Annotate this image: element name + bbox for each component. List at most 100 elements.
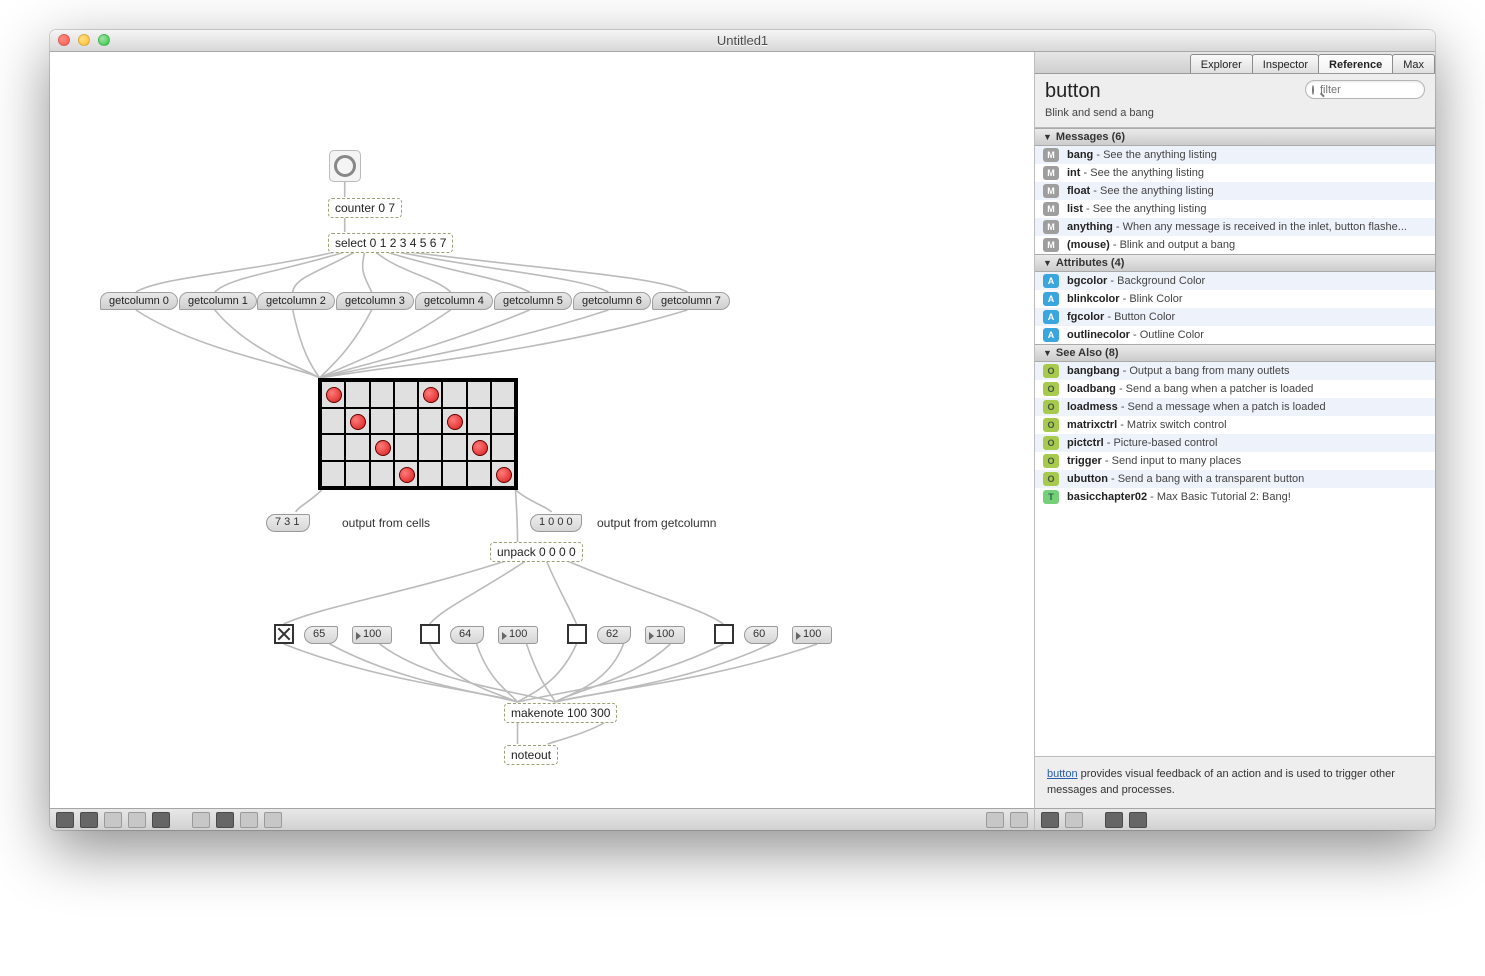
toggle-1[interactable] — [420, 624, 440, 644]
matrix-cell[interactable] — [370, 381, 394, 408]
select-object[interactable]: select 0 1 2 3 4 5 6 7 — [328, 233, 453, 253]
ref-item[interactable]: Mint - See the anything listing — [1035, 164, 1435, 182]
matrix-cell[interactable] — [394, 381, 418, 408]
description-link[interactable]: button — [1047, 768, 1078, 780]
ref-item[interactable]: Oloadbang - Send a bang when a patcher i… — [1035, 380, 1435, 398]
section-header-seealso[interactable]: ▼ See Also (8) — [1035, 344, 1435, 362]
matrix-cell[interactable] — [418, 461, 442, 488]
back-icon[interactable] — [1041, 812, 1059, 828]
msg-getcolumn-4[interactable]: getcolumn 4 — [415, 292, 493, 310]
zoom-icon[interactable] — [98, 34, 110, 46]
page-icon[interactable] — [1129, 812, 1147, 828]
matrix-cell[interactable] — [442, 408, 466, 435]
matrix-cell[interactable] — [345, 408, 369, 435]
matrix-cell[interactable] — [418, 408, 442, 435]
matrix-cell[interactable] — [418, 381, 442, 408]
section-header-messages[interactable]: ▼ Messages (6) — [1035, 128, 1435, 146]
grid-icon[interactable] — [128, 812, 146, 828]
forward-icon[interactable] — [1065, 812, 1083, 828]
bang-button[interactable] — [329, 150, 361, 182]
msg-getcolumn-0[interactable]: getcolumn 0 — [100, 292, 178, 310]
tab-explorer[interactable]: Explorer — [1190, 54, 1253, 73]
matrixctrl[interactable] — [318, 378, 518, 490]
ref-item[interactable]: Mbang - See the anything listing — [1035, 146, 1435, 164]
makenote-object[interactable]: makenote 100 300 — [504, 703, 617, 723]
matrix-cell[interactable] — [345, 461, 369, 488]
titlebar[interactable]: Untitled1 — [50, 30, 1435, 52]
matrix-cell[interactable] — [442, 461, 466, 488]
ref-item[interactable]: Abgcolor - Background Color — [1035, 272, 1435, 290]
cells-output-display[interactable]: 7 3 1 — [266, 514, 310, 532]
matrix-cell[interactable] — [394, 434, 418, 461]
vel-3[interactable]: 100 — [792, 626, 832, 644]
msg-getcolumn-7[interactable]: getcolumn 7 — [652, 292, 730, 310]
ref-item[interactable]: Oloadmess - Send a message when a patch … — [1035, 398, 1435, 416]
calendar-icon[interactable] — [240, 812, 258, 828]
matrix-cell[interactable] — [467, 434, 491, 461]
patcher-canvas[interactable]: counter 0 7 select 0 1 2 3 4 5 6 7 getco… — [50, 52, 1034, 808]
matrix-cell[interactable] — [321, 461, 345, 488]
matrix-cell[interactable] — [370, 408, 394, 435]
matrix-cell[interactable] — [491, 434, 515, 461]
matrix-cell[interactable] — [442, 434, 466, 461]
ref-item[interactable]: Omatrixctrl - Matrix switch control — [1035, 416, 1435, 434]
ref-item[interactable]: Tbasicchapter02 - Max Basic Tutorial 2: … — [1035, 488, 1435, 506]
matrix-cell[interactable] — [394, 408, 418, 435]
vel-1[interactable]: 100 — [498, 626, 538, 644]
tab-reference[interactable]: Reference — [1318, 54, 1393, 73]
matrix-cell[interactable] — [491, 408, 515, 435]
filter-input[interactable] — [1318, 83, 1435, 97]
ref-item[interactable]: Oubutton - Send a bang with a transparen… — [1035, 470, 1435, 488]
presentation-icon[interactable] — [152, 812, 170, 828]
matrix-cell[interactable] — [442, 381, 466, 408]
matrix-cell[interactable] — [491, 381, 515, 408]
lock-icon[interactable] — [56, 812, 74, 828]
ref-item[interactable]: Afgcolor - Button Color — [1035, 308, 1435, 326]
note-2[interactable]: 62 — [597, 626, 631, 644]
scheduler-icon[interactable] — [264, 812, 282, 828]
ref-item[interactable]: Ablinkcolor - Blink Color — [1035, 290, 1435, 308]
new-object-icon[interactable] — [80, 812, 98, 828]
note-3[interactable]: 60 — [744, 626, 778, 644]
minimize-icon[interactable] — [78, 34, 90, 46]
matrix-cell[interactable] — [467, 381, 491, 408]
close-icon[interactable] — [58, 34, 70, 46]
ref-item[interactable]: Mlist - See the anything listing — [1035, 200, 1435, 218]
matrix-cell[interactable] — [321, 434, 345, 461]
vel-0[interactable]: 100 — [352, 626, 392, 644]
matrix-cell[interactable] — [394, 461, 418, 488]
toggle-3[interactable] — [714, 624, 734, 644]
matrix-cell[interactable] — [321, 381, 345, 408]
split-view-icon[interactable] — [1010, 812, 1028, 828]
zoom-icon[interactable] — [104, 812, 122, 828]
matrix-cell[interactable] — [418, 434, 442, 461]
toggle-2[interactable] — [567, 624, 587, 644]
note-1[interactable]: 64 — [450, 626, 484, 644]
matrix-cell[interactable] — [467, 461, 491, 488]
matrix-cell[interactable] — [467, 408, 491, 435]
tab-inspector[interactable]: Inspector — [1252, 54, 1319, 73]
matrix-cell[interactable] — [370, 434, 394, 461]
msg-getcolumn-2[interactable]: getcolumn 2 — [257, 292, 335, 310]
matrix-cell[interactable] — [345, 434, 369, 461]
matrix-cell[interactable] — [321, 408, 345, 435]
ref-item[interactable]: M(mouse) - Blink and output a bang — [1035, 236, 1435, 254]
tab-max[interactable]: Max — [1392, 54, 1435, 73]
toggle-0[interactable] — [274, 624, 294, 644]
matrix-cell[interactable] — [370, 461, 394, 488]
msg-getcolumn-1[interactable]: getcolumn 1 — [179, 292, 257, 310]
ref-item[interactable]: Mfloat - See the anything listing — [1035, 182, 1435, 200]
info-icon[interactable] — [192, 812, 210, 828]
list-icon[interactable] — [1105, 812, 1123, 828]
filter-search[interactable] — [1305, 80, 1425, 99]
single-view-icon[interactable] — [986, 812, 1004, 828]
msg-getcolumn-6[interactable]: getcolumn 6 — [573, 292, 651, 310]
unpack-object[interactable]: unpack 0 0 0 0 — [490, 542, 583, 562]
ref-item[interactable]: Obangbang - Output a bang from many outl… — [1035, 362, 1435, 380]
reference-list[interactable]: ▼ Messages (6)Mbang - See the anything l… — [1035, 128, 1435, 756]
column-output-display[interactable]: 1 0 0 0 — [530, 514, 582, 532]
counter-object[interactable]: counter 0 7 — [328, 198, 402, 218]
ref-item[interactable]: Otrigger - Send input to many places — [1035, 452, 1435, 470]
vel-2[interactable]: 100 — [645, 626, 685, 644]
matrix-cell[interactable] — [491, 461, 515, 488]
